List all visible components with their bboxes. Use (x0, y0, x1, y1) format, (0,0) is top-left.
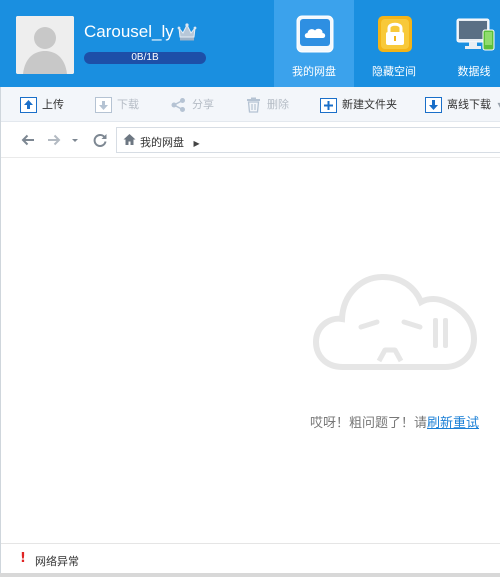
avatar[interactable] (16, 16, 74, 74)
refresh-icon[interactable] (92, 132, 108, 148)
address-bar: 我的网盘 ▶ (0, 122, 500, 158)
forward-arrow-icon[interactable] (46, 132, 62, 148)
cloud-drive-icon (296, 15, 334, 53)
delete-label: 删除 (267, 98, 289, 111)
upload-icon (20, 97, 37, 113)
path-field[interactable]: 我的网盘 ▶ (116, 127, 500, 153)
breadcrumb[interactable]: 我的网盘 ▶ (140, 134, 200, 150)
offline-download-label: 离线下载 (447, 98, 491, 111)
error-text: 哎呀！粗问题了！请 (310, 416, 428, 431)
new-folder-icon (320, 98, 337, 113)
back-arrow-icon[interactable] (20, 132, 36, 148)
status-bar: ! 网络异常 (0, 543, 500, 573)
upload-button[interactable]: 上传 (20, 96, 64, 114)
offline-download-button[interactable]: 离线下载 ▼ (425, 96, 500, 114)
retry-link[interactable]: 刷新重试 (427, 416, 479, 431)
window-border (0, 573, 500, 577)
header-bar: Carousel_ly 0B/1B 我的网盘 隐藏空间 数据线 (0, 0, 500, 87)
upload-label: 上传 (42, 98, 64, 111)
window-border (0, 87, 1, 573)
tab-data-cable[interactable]: 数据线 (434, 0, 500, 87)
monitor-phone-icon (456, 18, 495, 51)
username[interactable]: Carousel_ly (84, 22, 174, 42)
tab-my-drive[interactable]: 我的网盘 (274, 0, 354, 87)
download-button[interactable]: 下载 (95, 96, 139, 114)
history-dropdown-icon[interactable] (70, 132, 80, 148)
download-icon (95, 97, 112, 113)
offline-download-icon (425, 97, 442, 113)
file-list-area: 哎呀！粗问题了！请刷新重试 (0, 158, 500, 543)
new-folder-button[interactable]: 新建文件夹 (320, 96, 397, 114)
tab-hidden-space[interactable]: 隐藏空间 (354, 0, 434, 87)
quota-bar: 0B/1B (84, 52, 206, 64)
lock-icon (378, 16, 412, 52)
delete-button[interactable]: 删除 (245, 96, 289, 114)
warning-icon: ! (20, 551, 26, 566)
download-label: 下载 (117, 98, 139, 111)
network-status-text: 网络异常 (35, 555, 79, 568)
crown-icon[interactable] (176, 22, 198, 42)
quota-text: 0B/1B (131, 52, 159, 63)
breadcrumb-chevron-icon[interactable]: ▶ (194, 139, 200, 148)
share-icon (171, 98, 185, 112)
home-icon[interactable] (123, 133, 136, 146)
tab-label: 隐藏空间 (372, 65, 416, 78)
share-label: 分享 (192, 98, 214, 111)
error-message: 哎呀！粗问题了！请刷新重试 (310, 412, 479, 431)
tab-label: 我的网盘 (292, 65, 336, 78)
trash-icon (247, 97, 260, 113)
default-user-avatar-icon (16, 16, 74, 74)
tab-label: 数据线 (457, 65, 491, 78)
share-button[interactable]: 分享 (170, 96, 214, 114)
toolbar: 上传 下载 分享 删除 新建文件夹 离线下载 (0, 87, 500, 122)
sad-cloud-icon (313, 273, 478, 370)
new-folder-label: 新建文件夹 (342, 98, 397, 111)
breadcrumb-item[interactable]: 我的网盘 (140, 136, 184, 149)
